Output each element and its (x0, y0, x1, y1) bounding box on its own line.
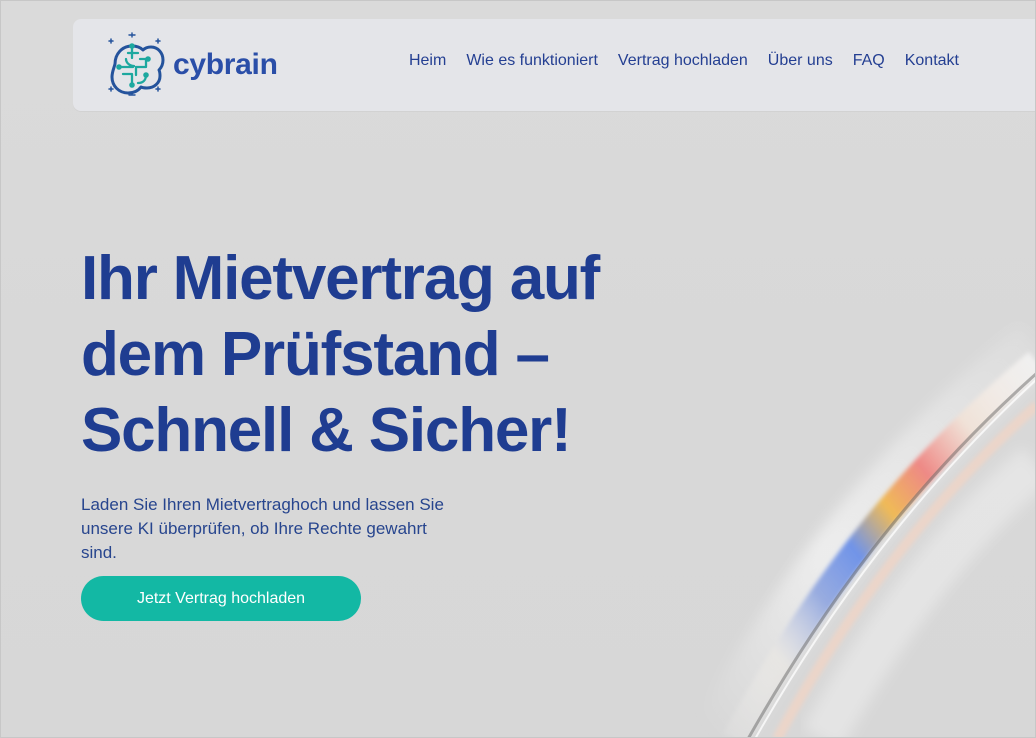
nav-item-contact[interactable]: Kontakt (905, 53, 959, 69)
nav-item-upload-contract[interactable]: Vertrag hochladen (618, 53, 748, 69)
hero-title-line-2: dem Prüfstand – (81, 320, 550, 389)
hero-section: Ihr Mietvertrag auf dem Prüfstand – Schn… (81, 241, 701, 565)
nav-item-how-it-works[interactable]: Wie es funktioniert (466, 53, 598, 69)
brand-name: cybrain (173, 47, 278, 81)
upload-contract-button[interactable]: Jetzt Vertrag hochladen (81, 576, 361, 621)
top-navigation-bar: cybrain Heim Wie es funktioniert Vertrag… (73, 19, 1035, 111)
hero-subtitle: Laden Sie Ihren Mietvertraghoch und lass… (81, 495, 444, 562)
landing-page: cybrain Heim Wie es funktioniert Vertrag… (0, 0, 1036, 738)
nav-item-heim[interactable]: Heim (409, 53, 446, 69)
brain-circuit-icon (108, 32, 165, 96)
brand-logo[interactable]: cybrain (101, 29, 278, 99)
hero-title-line-1: Ihr Mietvertrag auf (81, 244, 600, 313)
nav-item-about-us[interactable]: Über uns (768, 53, 833, 69)
main-navigation: Heim Wie es funktioniert Vertrag hochlad… (409, 53, 959, 69)
nav-item-faq[interactable]: FAQ (853, 53, 885, 69)
hero-title: Ihr Mietvertrag auf dem Prüfstand – Schn… (81, 241, 701, 469)
hero-title-line-3: Schnell & Sicher! (81, 396, 572, 465)
